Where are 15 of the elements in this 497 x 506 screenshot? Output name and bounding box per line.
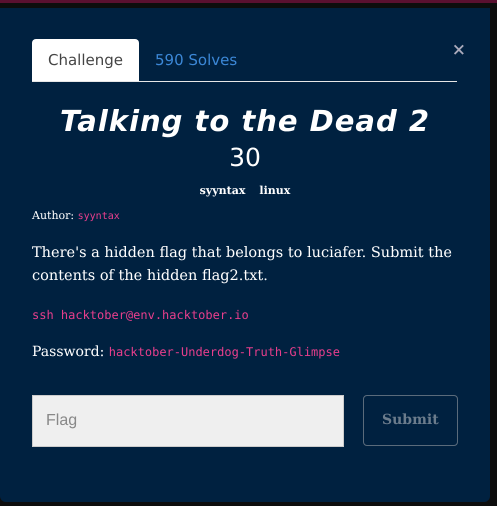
challenge-points: 30 [228,143,262,173]
tag: linux [259,183,290,200]
tab[interactable]: 590 Solves [139,39,254,80]
tab[interactable]: Challenge [32,39,139,80]
password-label: Password: [32,344,104,360]
tag: syyntax [200,183,246,200]
author-label: Author: [32,208,74,222]
challenge-description: There's a hidden flag that belongs to luciafer. Submit the contents of the hidden flag2.txt. [32,244,453,286]
password-value: hacktober-Underdog-Truth-Glimpse [108,345,340,360]
challenge-title: Talking to the Dead 2 [58,102,432,140]
close-button[interactable]: × [452,42,466,59]
flag-input[interactable]: Flag [32,395,344,448]
author-name: syyntax [78,210,120,222]
ssh-command: ssh hacktober@env.hacktober.io [32,307,250,324]
submit-button[interactable]: Submit [362,395,458,446]
